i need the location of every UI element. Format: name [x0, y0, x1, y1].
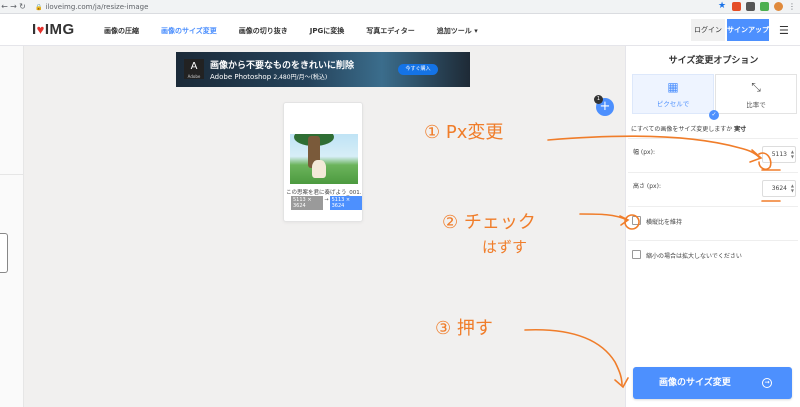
check-icon: ✓: [709, 110, 719, 120]
annotation-step2: ② チェック: [442, 212, 536, 233]
extension-icon[interactable]: [746, 2, 755, 11]
resize-description: にすべての画像をサイズ変更しますか 実寸: [631, 124, 746, 133]
ad-price: 2,480円/月～(税込): [273, 74, 328, 81]
height-field: 高さ (px): 3624 ▲ ▼: [628, 172, 798, 206]
file-name: この思案を君に奏げよう_001.png: [286, 190, 362, 196]
arrow-circle-icon: →: [762, 378, 772, 388]
lock-icon: 🔒: [35, 3, 43, 11]
annotation-step3: ③ 押す: [435, 318, 493, 339]
ad-subtitle: Adobe Photoshop 2,480円/月～(税込): [210, 72, 327, 81]
percentage-icon: ⤡: [751, 80, 761, 94]
back-icon[interactable]: ←: [0, 2, 9, 11]
signup-button[interactable]: サインアップ: [727, 19, 769, 41]
divider: [0, 174, 24, 175]
annotation-step2-remove: はずす: [482, 238, 528, 256]
thumbnail-figure: [312, 160, 326, 178]
tab-label: ピクセルで: [656, 100, 690, 108]
nav-more-tools[interactable]: 追加ツール ▾: [437, 26, 478, 36]
login-button[interactable]: ログイン: [691, 19, 725, 41]
tab-label: 比率で: [746, 101, 766, 109]
keep-aspect-ratio-option[interactable]: 横縦比を維持: [628, 206, 798, 236]
arrow-icon: →: [324, 197, 329, 203]
panel-title: サイズ変更オプション: [668, 56, 759, 66]
keep-aspect-ratio-checkbox[interactable]: [632, 216, 641, 225]
tab-by-percentage[interactable]: ⤡ 比率で: [715, 74, 797, 114]
kebab-menu-icon[interactable]: ⋮: [788, 2, 796, 11]
resize-images-button[interactable]: 画像のサイズ変更 →: [633, 367, 792, 399]
height-label: 高さ (px):: [633, 183, 661, 190]
forward-icon[interactable]: →: [9, 2, 18, 11]
height-value: 3624: [771, 185, 787, 192]
nav-crop[interactable]: 画像の切り抜き: [239, 26, 288, 36]
do-not-enlarge-checkbox[interactable]: [632, 250, 641, 259]
new-size-badge: 5113 × 3624: [329, 196, 362, 210]
do-not-enlarge-label: 縮小の場合は拡大しないでください: [646, 253, 742, 260]
dimension-badges: 5113 × 3624 → 5113 × 3624: [291, 196, 362, 210]
width-label: 幅 (px):: [633, 149, 655, 156]
options-panel: サイズ変更オプション ▦ ピクセルで ⤡ 比率で ✓ にすべての画像をサイズ変更…: [625, 46, 800, 407]
height-input[interactable]: 3624 ▲ ▼: [762, 180, 796, 197]
tab-by-pixels[interactable]: ▦ ピクセルで: [632, 74, 714, 114]
hamburger-menu-icon[interactable]: ☰: [779, 24, 789, 37]
stepper-icon[interactable]: ▲ ▼: [791, 149, 794, 159]
extension-icon[interactable]: [760, 2, 769, 11]
width-field: 幅 (px): 5113 ▲ ▼: [628, 138, 798, 172]
original-size-badge: 5113 × 3624: [291, 196, 324, 210]
ad-title: 画像から不要なものをきれいに削除: [210, 61, 355, 71]
left-strip: [0, 14, 24, 407]
stepper-icon[interactable]: ▲ ▼: [791, 183, 794, 193]
width-value: 5113: [771, 151, 787, 158]
nav-compress[interactable]: 画像の圧縮: [104, 26, 139, 36]
profile-avatar[interactable]: [774, 2, 783, 11]
pixels-icon: ▦: [667, 80, 679, 94]
extension-icons: ★ ⋮: [718, 2, 796, 11]
logo-text: IMG: [44, 21, 75, 38]
ad-buy-button[interactable]: 今すぐ購入: [398, 64, 438, 75]
file-count-badge: 1: [594, 95, 603, 104]
description-value: 実寸: [734, 126, 747, 133]
main-nav: 画像の圧縮 画像のサイズ変更 画像の切り抜き JPGに変換 写真エディター 追加…: [104, 26, 500, 36]
annotation-step1: ① Px変更: [424, 122, 504, 143]
browser-toolbar: ← → ↻ 🔒 iloveimg.com/ja/resize-image ★ ⋮: [0, 0, 800, 14]
keep-aspect-ratio-label: 横縦比を維持: [646, 219, 683, 226]
ad-banner[interactable]: A Adobe 画像から不要なものをきれいに削除 Adobe Photoshop …: [176, 52, 470, 87]
address-bar[interactable]: 🔒 iloveimg.com/ja/resize-image: [35, 3, 148, 11]
side-tab[interactable]: [0, 233, 8, 273]
ad-brand: Adobe: [187, 74, 201, 79]
resize-button-label: 画像のサイズ変更: [659, 378, 731, 388]
extension-icon[interactable]: [732, 2, 741, 11]
nav-resize[interactable]: 画像のサイズ変更: [161, 26, 217, 36]
logo[interactable]: I♥IMG: [32, 21, 75, 38]
description-text: にすべての画像をサイズ変更しますか: [631, 126, 733, 133]
heart-icon: ♥: [36, 22, 45, 37]
adobe-logo-icon: A Adobe: [184, 59, 204, 79]
star-icon[interactable]: ★: [718, 2, 727, 11]
ad-product: Adobe Photoshop: [210, 73, 272, 81]
nav-photo-editor[interactable]: 写真エディター: [366, 26, 415, 36]
reload-icon[interactable]: ↻: [18, 2, 27, 11]
file-card[interactable]: この思案を君に奏げよう_001.png 5113 × 3624 → 5113 ×…: [283, 102, 363, 222]
do-not-enlarge-option[interactable]: 縮小の場合は拡大しないでください: [628, 240, 798, 270]
url-text: iloveimg.com/ja/resize-image: [45, 2, 149, 11]
image-thumbnail: [290, 134, 358, 184]
nav-convert-jpg[interactable]: JPGに変換: [310, 26, 344, 36]
width-input[interactable]: 5113 ▲ ▼: [762, 146, 796, 163]
